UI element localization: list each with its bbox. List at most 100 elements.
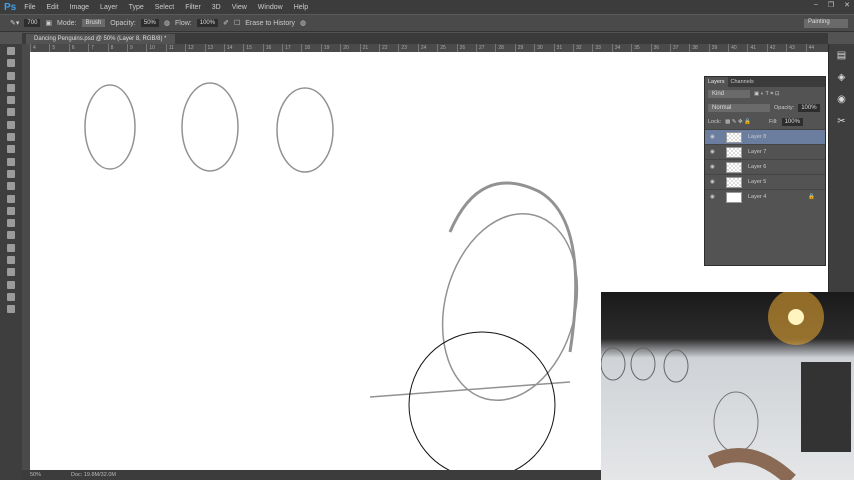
fill-label: Fill: (769, 119, 778, 125)
ruler-tick: 21 (359, 44, 379, 52)
tool-icon[interactable] (7, 120, 15, 129)
tab-channels[interactable]: Channels (728, 77, 757, 87)
document-tab[interactable]: Dancing Penguins.psd @ 50% (Layer 8, RGB… (26, 34, 175, 44)
ruler-tick: 39 (708, 44, 728, 52)
tool-icon[interactable] (7, 157, 15, 166)
tool-icon[interactable] (7, 256, 15, 265)
ruler-tick: 38 (689, 44, 708, 52)
tool-icon[interactable] (7, 145, 15, 154)
ruler-tick: 28 (495, 44, 514, 52)
photoshop-logo: Ps (4, 1, 17, 13)
layer-row[interactable]: ◉ Layer 4 🔒 (705, 189, 825, 204)
menu-help[interactable]: Help (294, 4, 308, 11)
layer-thumbnail (726, 161, 742, 173)
menu-select[interactable]: Select (155, 4, 174, 11)
tools-presets-icon[interactable]: ✂ (833, 116, 850, 132)
tool-icon[interactable] (7, 292, 15, 301)
ruler-tick: 25 (437, 44, 456, 52)
layer-row[interactable]: ◉ Layer 8 (705, 129, 825, 144)
history-panel-icon[interactable]: ▤ (833, 50, 850, 66)
tool-icon[interactable] (7, 71, 15, 80)
brush-panel-icon[interactable]: ▣ (45, 19, 52, 27)
layer-row[interactable]: ◉ Layer 6 (705, 159, 825, 174)
layer-opacity-input[interactable]: 100% (798, 104, 820, 112)
tool-icon[interactable] (7, 59, 15, 68)
restore-button[interactable]: ❐ (828, 1, 834, 9)
airbrush-icon[interactable]: ✐ (223, 19, 229, 27)
tool-icon[interactable] (7, 243, 15, 252)
tool-icon[interactable] (7, 268, 15, 277)
eye-icon[interactable]: ◉ (710, 149, 720, 155)
layers-panel-icon[interactable]: ◈ (833, 72, 850, 88)
ruler-tick: 29 (514, 44, 534, 52)
lock-icons[interactable]: ▩ ✎ ✥ 🔒 (725, 119, 751, 125)
opacity-input[interactable]: 50% (140, 19, 159, 27)
ruler-tick: 8 (107, 44, 127, 52)
tool-icon[interactable] (7, 47, 15, 55)
filter-icons[interactable]: ▣ ◐ T ⌗ ⊡ (754, 91, 780, 98)
eye-icon[interactable]: ◉ (710, 164, 720, 170)
flow-input[interactable]: 100% (196, 19, 219, 27)
ruler-tick: 18 (301, 44, 320, 52)
menu-filter[interactable]: Filter (185, 4, 201, 11)
layer-name: Layer 4 (748, 194, 767, 200)
panel-dock: ▤ ◈ ◉ ✂ (828, 44, 854, 294)
layer-thumbnail (726, 176, 742, 188)
ruler-tick: 14 (223, 44, 243, 52)
lock-label: Lock: (708, 119, 722, 125)
blend-mode-select[interactable]: Normal (708, 104, 770, 112)
channels-panel-icon[interactable]: ◉ (833, 94, 850, 110)
tool-icon[interactable] (7, 206, 15, 215)
eye-icon[interactable]: ◉ (710, 179, 720, 185)
fill-input[interactable]: 100% (781, 118, 803, 126)
ruler-tick: 41 (747, 44, 766, 52)
menu-edit[interactable]: Edit (47, 4, 59, 11)
status-bar: 50% Doc: 19.8M/32.0M (22, 470, 602, 480)
ruler-tick: 7 (88, 44, 107, 52)
tool-icon[interactable] (7, 169, 15, 178)
menu-window[interactable]: Window (258, 4, 283, 11)
tool-icon[interactable] (7, 219, 15, 228)
layer-name: Layer 8 (748, 134, 767, 140)
opacity-label: Opacity: (110, 19, 136, 27)
lock-icon: 🔒 (808, 194, 815, 200)
eye-icon[interactable]: ◉ (710, 194, 720, 200)
erase-history-checkbox[interactable]: ☐ (234, 19, 240, 27)
layer-name: Layer 5 (748, 179, 767, 185)
menu-view[interactable]: View (232, 4, 247, 11)
layer-row[interactable]: ◉ Layer 5 (705, 174, 825, 189)
pressure-opacity-icon[interactable]: ◍ (164, 19, 170, 27)
horizontal-ruler: 4 5 6 7 8 9 10 11 12 13 14 15 16 17 18 19 20 21 22 23 24 25 26… (30, 44, 828, 52)
tool-icon[interactable] (7, 182, 15, 191)
tool-icon[interactable] (7, 194, 15, 203)
tab-layers[interactable]: Layers (705, 77, 728, 87)
ruler-tick: 11 (165, 44, 185, 52)
erase-history-label: Erase to History (245, 19, 296, 27)
workspace-select[interactable]: Painting (804, 19, 848, 28)
menu-layer[interactable]: Layer (100, 4, 118, 11)
layer-name: Layer 6 (748, 164, 767, 170)
filter-kind-select[interactable]: Kind (708, 90, 750, 98)
eye-icon[interactable]: ◉ (710, 134, 720, 140)
mode-select[interactable]: Brush (81, 19, 106, 27)
tool-icon[interactable] (7, 83, 15, 92)
menu-3d[interactable]: 3D (212, 4, 221, 11)
minimize-button[interactable]: – (814, 1, 818, 9)
tool-icon[interactable] (7, 133, 15, 142)
layer-row[interactable]: ◉ Layer 7 (705, 144, 825, 159)
eraser-tool-icon[interactable]: ✎▾ (10, 19, 19, 27)
flow-label: Flow: (175, 19, 192, 27)
tool-icon[interactable] (7, 96, 15, 105)
tool-icon[interactable] (7, 231, 15, 240)
ruler-tick: 6 (68, 44, 88, 52)
menu-image[interactable]: Image (70, 4, 89, 11)
tool-icon[interactable] (7, 305, 15, 314)
menu-type[interactable]: Type (129, 4, 144, 11)
pressure-size-icon[interactable]: ◍ (300, 19, 306, 27)
brush-size-picker[interactable]: 700 (24, 19, 41, 27)
zoom-level[interactable]: 50% (30, 472, 41, 478)
tool-icon[interactable] (7, 108, 15, 117)
menu-file[interactable]: File (24, 4, 35, 11)
tool-icon[interactable] (7, 280, 15, 289)
close-button[interactable]: ✕ (844, 1, 850, 9)
